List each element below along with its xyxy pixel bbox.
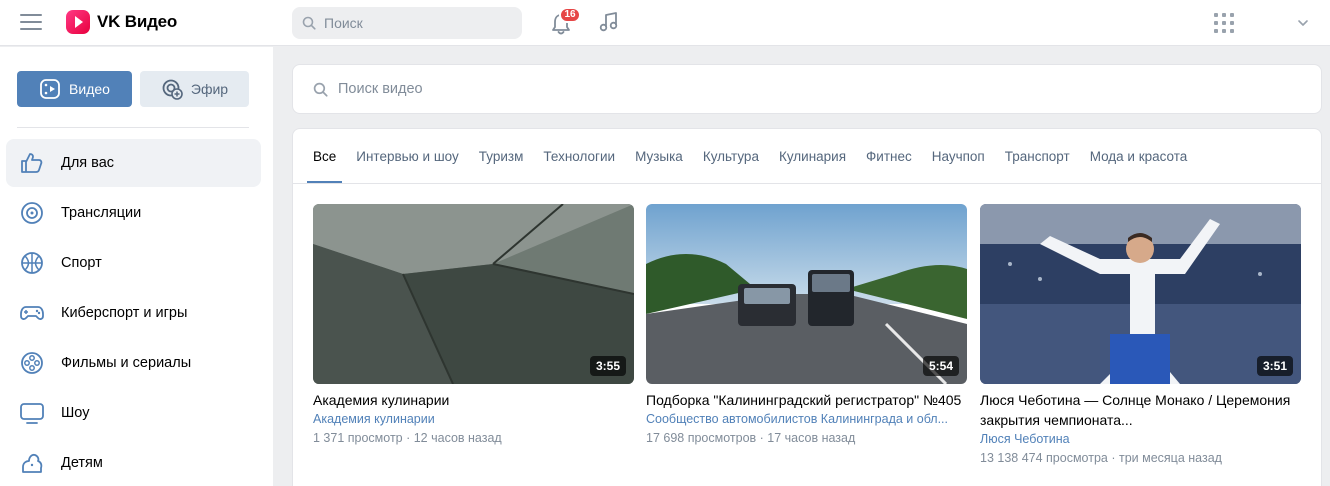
sidebar-item-label: Спорт	[61, 255, 102, 271]
notifications-badge: 16	[559, 7, 581, 23]
video-search-input[interactable]	[338, 81, 1238, 97]
sidebar-item-label: Детям	[61, 455, 103, 471]
tab-fashion[interactable]: Мода и красота	[1090, 129, 1188, 183]
menu-icon[interactable]	[20, 14, 42, 32]
video-meta: 17 698 просмотров · 17 часов назад	[646, 431, 856, 445]
top-header: VK Видео 16	[0, 0, 1330, 46]
efir-button-label: Эфир	[190, 81, 229, 97]
search-icon	[302, 16, 316, 30]
video-meta: 13 138 474 просмотра · три месяца назад	[980, 451, 1222, 465]
film-reel-icon	[18, 349, 46, 377]
video-thumbnail[interactable]: 3:55	[313, 204, 634, 384]
tab-culture[interactable]: Культура	[703, 129, 759, 183]
video-meta: 1 371 просмотр · 12 часов назад	[313, 431, 502, 445]
video-title[interactable]: Люся Чеботина — Солнце Монако / Церемони…	[980, 390, 1301, 430]
sidebar-item-esports[interactable]: Киберспорт и игры	[6, 289, 261, 337]
video-search[interactable]	[292, 64, 1322, 114]
publish-time: три месяца назад	[1118, 451, 1222, 465]
video-thumbnail[interactable]: 3:51	[980, 204, 1301, 384]
efir-button[interactable]: Эфир	[140, 71, 249, 107]
broadcast-icon	[18, 199, 46, 227]
vk-video-logo-icon	[66, 10, 90, 34]
video-thumbnail[interactable]: 5:54	[646, 204, 967, 384]
tabs-divider	[293, 183, 1321, 184]
video-button-label: Видео	[69, 81, 110, 97]
video-card[interactable]: 3:55 Академия кулинарии Академия кулинар…	[313, 204, 634, 447]
sidebar-item-label: Фильмы и сериалы	[61, 355, 192, 371]
video-feed: Все Интервью и шоу Туризм Технологии Муз…	[292, 128, 1322, 486]
channel-link[interactable]: Сообщество автомобилистов Калининграда и…	[646, 410, 967, 429]
tab-science[interactable]: Научпоп	[932, 129, 985, 183]
thumbs-up-icon	[18, 149, 46, 177]
global-search-input[interactable]	[324, 15, 514, 31]
sidebar-item-broadcasts[interactable]: Трансляции	[6, 189, 261, 237]
search-icon	[313, 82, 328, 97]
chevron-down-icon[interactable]	[1296, 16, 1310, 30]
vk-video-logo[interactable]: VK Видео	[66, 10, 177, 34]
kids-icon	[18, 449, 46, 477]
tv-icon	[18, 399, 46, 427]
sidebar-divider	[17, 127, 249, 128]
video-duration: 3:51	[1256, 356, 1293, 376]
sidebar: Видео Эфир Для вас Трансляции Спорт Кибе…	[0, 47, 273, 486]
video-icon	[40, 79, 60, 99]
tab-tourism[interactable]: Туризм	[479, 129, 524, 183]
tab-music[interactable]: Музыка	[635, 129, 683, 183]
tab-cooking[interactable]: Кулинария	[779, 129, 846, 183]
sidebar-item-label: Для вас	[61, 155, 115, 171]
logo-text: VK Видео	[97, 12, 178, 31]
sidebar-item-show[interactable]: Шоу	[6, 389, 261, 437]
video-card[interactable]: 5:54 Подборка "Калининградский регистрат…	[646, 204, 967, 447]
sidebar-item-label: Киберспорт и игры	[61, 305, 188, 321]
tab-technology[interactable]: Технологии	[543, 129, 615, 183]
gamepad-icon	[18, 299, 46, 327]
publish-time: 12 часов назад	[413, 431, 502, 445]
sidebar-item-for-you[interactable]: Для вас	[6, 139, 261, 187]
sidebar-item-label: Шоу	[61, 405, 90, 421]
music-icon[interactable]	[597, 10, 621, 34]
video-card[interactable]: 3:51 Люся Чеботина — Солнце Монако / Цер…	[980, 204, 1301, 467]
tab-all[interactable]: Все	[306, 129, 343, 183]
sidebar-item-films[interactable]: Фильмы и сериалы	[6, 339, 261, 387]
channel-link[interactable]: Люся Чеботина	[980, 430, 1301, 449]
publish-time: 17 часов назад	[767, 431, 856, 445]
channel-link[interactable]: Академия кулинарии	[313, 410, 634, 429]
live-add-icon	[162, 79, 183, 100]
video-duration: 3:55	[589, 356, 626, 376]
ball-icon	[18, 249, 46, 277]
apps-grid-icon[interactable]	[1214, 13, 1236, 35]
sidebar-item-sport[interactable]: Спорт	[6, 239, 261, 287]
view-count: 1 371 просмотр	[313, 431, 403, 445]
video-duration: 5:54	[922, 356, 959, 376]
sidebar-item-kids[interactable]: Детям	[6, 439, 261, 486]
video-title[interactable]: Подборка "Калининградский регистратор" №…	[646, 390, 967, 410]
video-title[interactable]: Академия кулинарии	[313, 390, 634, 410]
global-search[interactable]	[292, 7, 522, 39]
view-count: 13 138 474 просмотра	[980, 451, 1108, 465]
category-tabs: Все Интервью и шоу Туризм Технологии Муз…	[306, 129, 1207, 183]
sidebar-nav: Для вас Трансляции Спорт Киберспорт и иг…	[6, 139, 261, 486]
tab-interviews[interactable]: Интервью и шоу	[356, 129, 459, 183]
tab-fitness[interactable]: Фитнес	[866, 129, 912, 183]
video-button[interactable]: Видео	[17, 71, 132, 107]
tab-transport[interactable]: Транспорт	[1005, 129, 1070, 183]
sidebar-item-label: Трансляции	[61, 205, 142, 221]
view-count: 17 698 просмотров	[646, 431, 757, 445]
